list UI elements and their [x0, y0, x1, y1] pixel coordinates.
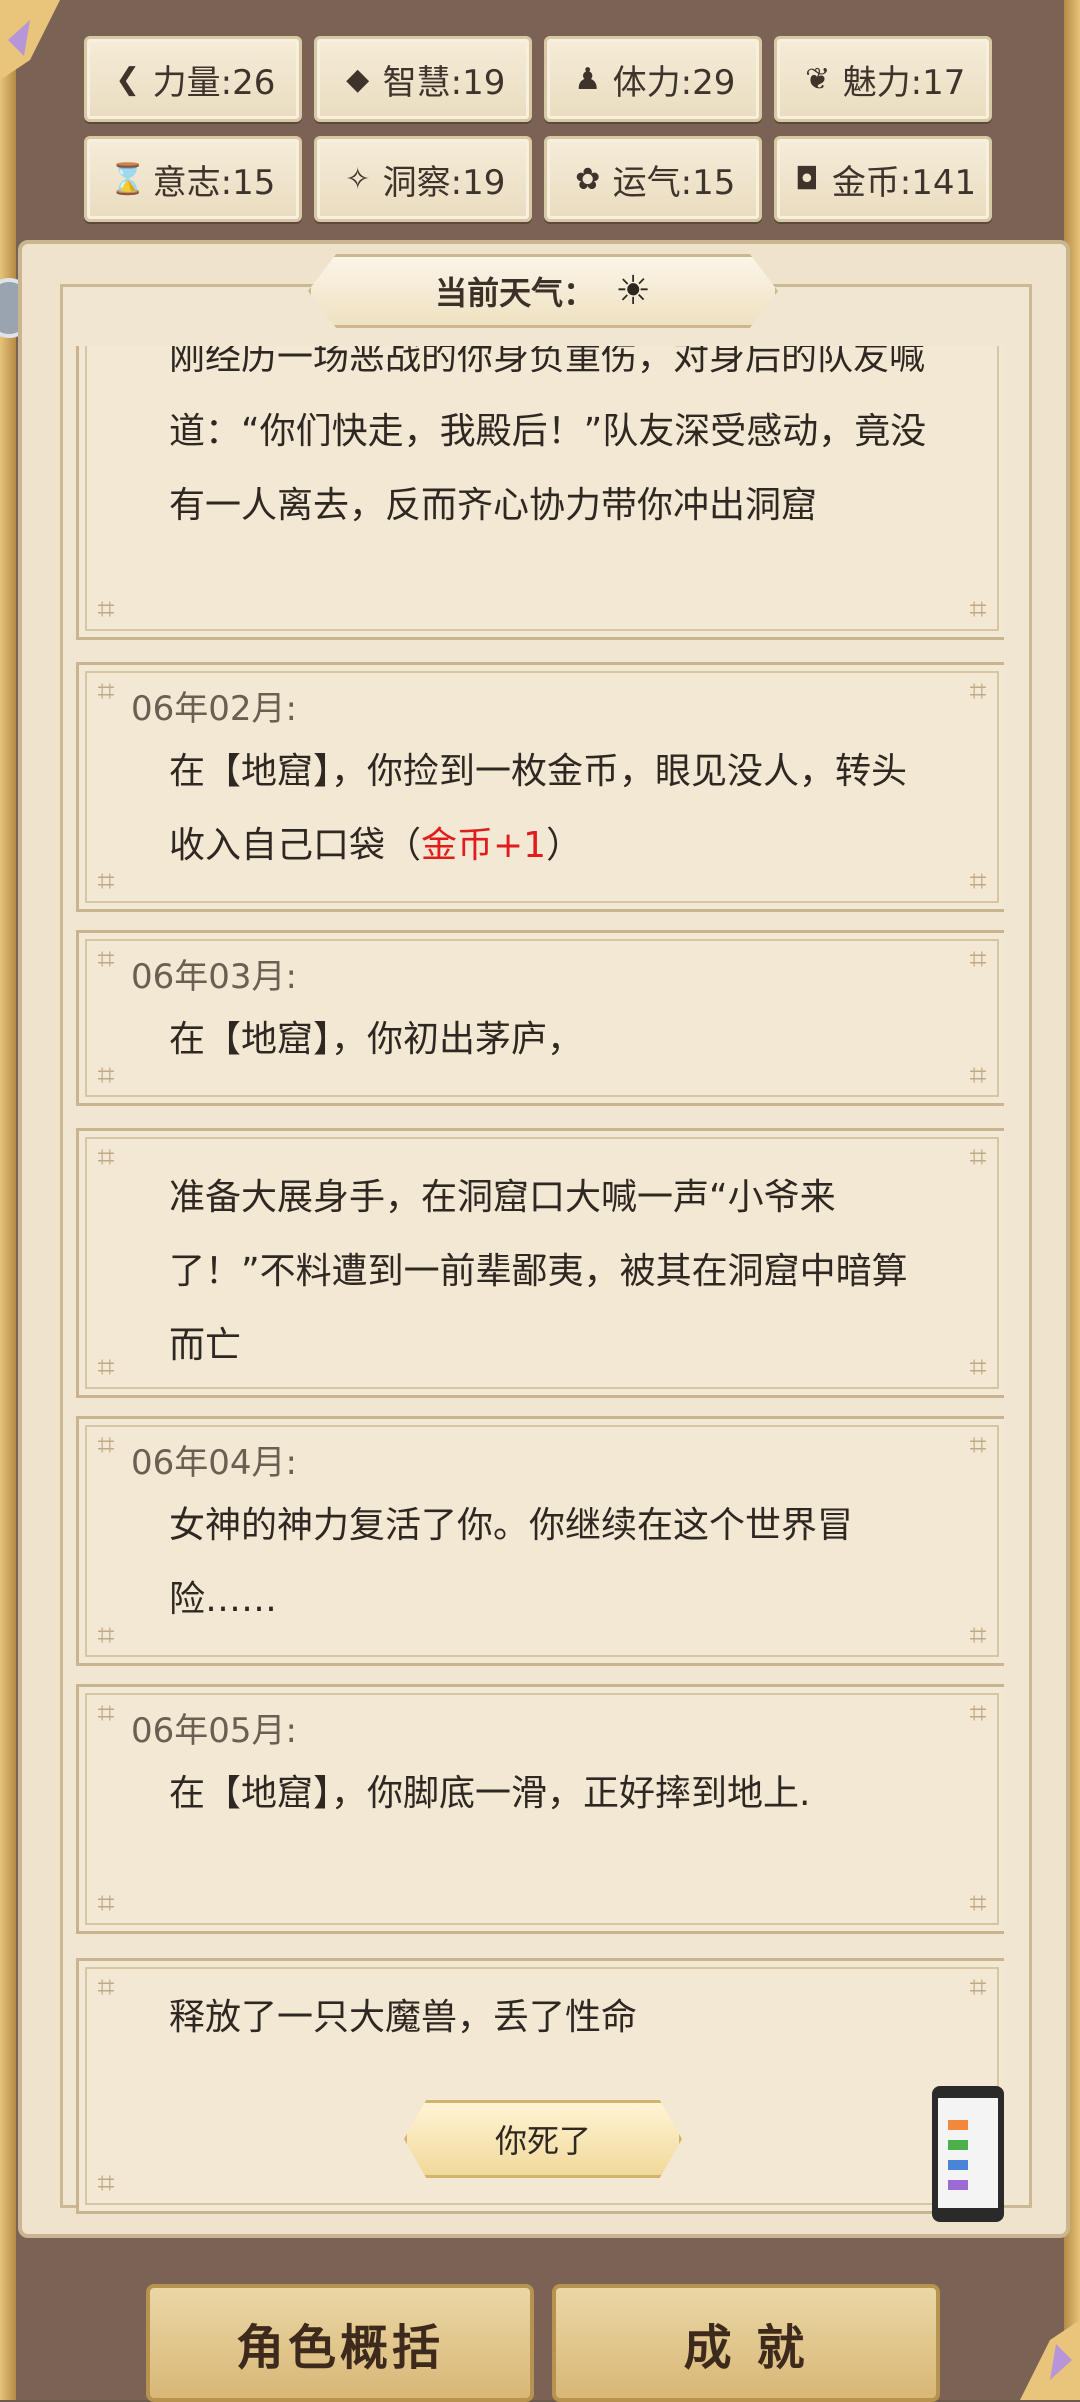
weather-banner: 当前天气： ☀ — [308, 254, 778, 328]
sun-icon: ☀ — [615, 268, 651, 314]
stat-stamina[interactable]: ♟ 体力:29 — [544, 36, 762, 122]
corner-ornament-icon: ⌗ — [97, 1140, 115, 1175]
corner-ornament-icon: ⌗ — [97, 1618, 115, 1653]
phone-bar — [948, 2180, 968, 2190]
corner-ornament-icon: ⌗ — [969, 1696, 987, 1731]
phone-bar — [948, 2120, 968, 2130]
charm-icon: ❦ — [805, 61, 831, 97]
stat-label: 力量:26 — [152, 62, 276, 103]
stat-label: 意志:15 — [152, 162, 276, 203]
stat-label: 智慧:19 — [382, 62, 506, 103]
corner-ornament-icon: ⌗ — [97, 2166, 115, 2201]
character-summary-button[interactable]: 角色概括 — [146, 2284, 534, 2402]
corner-ornament-icon: ⌗ — [969, 942, 987, 977]
stamina-icon: ♟ — [574, 61, 602, 97]
log-date: 06年05月: — [131, 1711, 297, 1751]
log-text: 在【地窟】，你脚底一滑，正好摔到地上. — [169, 1773, 811, 1814]
corner-ornament-icon: ⌗ — [97, 1696, 115, 1731]
stats-bar: ❮ 力量:26 ◆ 智慧:19 ♟ 体力:29 ❦ 魅力:17 ⌛ 意志:15 … — [84, 36, 996, 224]
corner-ornament-icon: ⌗ — [969, 864, 987, 899]
log-card: ⌗ ⌗ ⌗ ⌗ 准备大展身手，在洞窟口大喊一声“小爷来了！”不料遭到一前辈鄙夷，… — [76, 1128, 1004, 1398]
stat-will[interactable]: ⌛ 意志:15 — [84, 136, 302, 222]
strength-icon: ❮ — [115, 61, 141, 97]
corner-gem-icon — [1020, 2320, 1080, 2400]
stat-label: 魅力:17 — [842, 62, 966, 103]
phone-screen — [938, 2098, 998, 2208]
corner-ornament-icon: ⌗ — [97, 1886, 115, 1921]
corner-ornament-icon: ⌗ — [969, 1058, 987, 1093]
frame-border-left — [0, 0, 16, 2400]
log-card: ⌗ ⌗ ⌗ ⌗ 06年02月: 在【地窟】，你捡到一枚金币，眼见没人，转头收入自… — [76, 662, 1004, 912]
will-icon: ⌛ — [108, 161, 147, 197]
corner-ornament-icon: ⌗ — [97, 1970, 115, 2005]
stat-luck[interactable]: ✿ 运气:15 — [544, 136, 762, 222]
log-text: 释放了一只大魔兽，丢了性命 — [169, 1997, 638, 2038]
phone-float-icon[interactable] — [932, 2086, 1004, 2222]
stat-charm[interactable]: ❦ 魅力:17 — [774, 36, 992, 122]
corner-ornament-icon: ⌗ — [969, 592, 987, 627]
log-card: ⌗ ⌗ ⌗ ⌗ 06年05月: 在【地窟】，你脚底一滑，正好摔到地上. — [76, 1684, 1004, 1934]
corner-ornament-icon: ⌗ — [97, 674, 115, 709]
corner-ornament-icon: ⌗ — [969, 1428, 987, 1463]
stat-label: 金币:141 — [831, 162, 977, 203]
corner-ornament-icon: ⌗ — [97, 1058, 115, 1093]
log-date: 06年03月: — [131, 957, 297, 997]
corner-ornament-icon: ⌗ — [969, 1140, 987, 1175]
log-text: 在【地窟】，你初出茅庐， — [169, 1019, 584, 1060]
you-died-button[interactable]: 你死了 — [404, 2100, 682, 2178]
stat-label: 体力:29 — [612, 62, 736, 103]
gold-icon: ◘ — [794, 161, 819, 197]
corner-ornament-icon: ⌗ — [97, 592, 115, 627]
weather-label: 当前天气： — [435, 274, 596, 312]
corner-ornament-icon: ⌗ — [969, 1350, 987, 1385]
gold-reward: 金币+1 — [421, 825, 547, 866]
stat-wisdom[interactable]: ◆ 智慧:19 — [314, 36, 532, 122]
corner-ornament-icon: ⌗ — [969, 674, 987, 709]
phone-bar — [948, 2140, 968, 2150]
corner-ornament-icon: ⌗ — [97, 864, 115, 899]
insight-icon: ✧ — [345, 161, 371, 197]
log-text: 女神的神力复活了你。你继续在这个世界冒险…… — [169, 1505, 854, 1620]
corner-ornament-icon: ⌗ — [969, 1886, 987, 1921]
achievements-button[interactable]: 成 就 — [552, 2284, 940, 2402]
event-log-scroll[interactable]: ⌗ ⌗ 刚经历一场恶战的你身负重伤，对身后的队友喊道：“你们快走，我殿后！”队友… — [76, 346, 1004, 2220]
wisdom-icon: ◆ — [346, 61, 370, 97]
corner-ornament-icon: ⌗ — [969, 1970, 987, 2005]
corner-ornament-icon: ⌗ — [97, 1350, 115, 1385]
corner-ornament-icon: ⌗ — [969, 1618, 987, 1653]
log-card: ⌗ ⌗ 刚经历一场恶战的你身负重伤，对身后的队友喊道：“你们快走，我殿后！”队友… — [76, 346, 1004, 640]
log-text: 刚经历一场恶战的你身负重伤，对身后的队友喊道：“你们快走，我殿后！”队友深受感动… — [169, 346, 927, 526]
stat-strength[interactable]: ❮ 力量:26 — [84, 36, 302, 122]
luck-icon: ✿ — [575, 161, 601, 197]
stat-label: 运气:15 — [612, 162, 736, 203]
corner-ornament-icon: ⌗ — [97, 942, 115, 977]
phone-bar — [948, 2160, 968, 2170]
log-date: 06年04月: — [131, 1443, 297, 1483]
corner-ornament-icon: ⌗ — [97, 1428, 115, 1463]
log-date: 06年02月: — [131, 689, 297, 729]
log-text: 准备大展身手，在洞窟口大喊一声“小爷来了！”不料遭到一前辈鄙夷，被其在洞窟中暗算… — [169, 1177, 908, 1366]
stat-label: 洞察:19 — [382, 162, 506, 203]
log-card: ⌗ ⌗ ⌗ ⌗ 06年04月: 女神的神力复活了你。你继续在这个世界冒险…… — [76, 1416, 1004, 1666]
stat-insight[interactable]: ✧ 洞察:19 — [314, 136, 532, 222]
log-text: 在【地窟】，你捡到一枚金币，眼见没人，转头收入自己口袋（金币+1） — [169, 751, 908, 866]
corner-gem-icon — [0, 0, 60, 80]
log-card: ⌗ ⌗ ⌗ ⌗ 06年03月: 在【地窟】，你初出茅庐， — [76, 930, 1004, 1106]
stat-gold[interactable]: ◘ 金币:141 — [774, 136, 992, 222]
